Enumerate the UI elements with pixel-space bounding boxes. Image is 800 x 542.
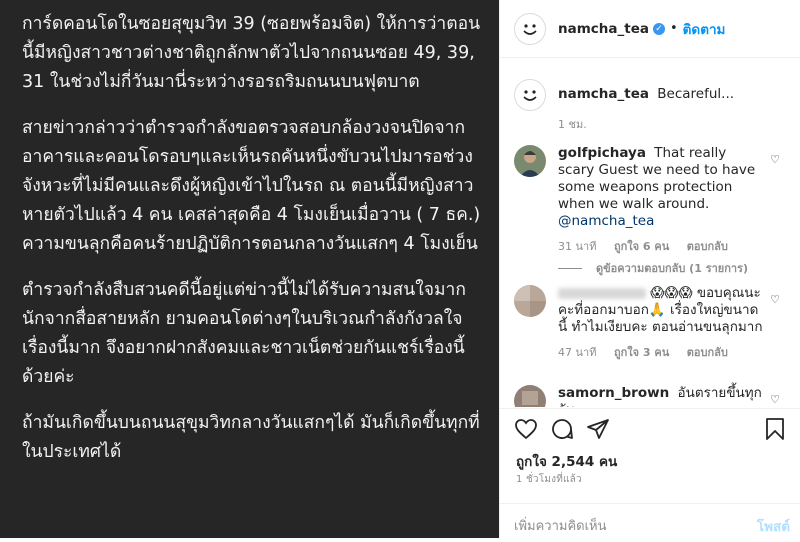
post-header: namcha_tea ✓ • ติดตาม (500, 0, 800, 58)
add-comment-bar: เพิ่มความคิดเห็น โพสต์ (500, 503, 800, 542)
heart-icon[interactable]: ♡ (770, 393, 780, 406)
replies-divider (558, 267, 582, 269)
comment-item: 😱😱😱 ขอบคุณนะคะที่ออกมาบอก🙏 เรื่องใหญ่ขนา… (514, 285, 788, 361)
comment-body: 😱😱😱 ขอบคุณนะคะที่ออกมาบอก🙏 เรื่องใหญ่ขนา… (558, 285, 763, 361)
header-username[interactable]: namcha_tea (558, 21, 649, 37)
add-comment-input[interactable]: เพิ่มความคิดเห็น (514, 515, 607, 536)
caption: namcha_tea Becareful... (514, 79, 734, 111)
reply-button[interactable]: ตอบกลับ (687, 240, 728, 253)
share-plane-icon-svg (587, 419, 609, 439)
view-replies-label: ดูข้อความตอบกลับ (1 รายการ) (596, 262, 748, 275)
comment-emojis: 😱😱😱 (650, 285, 693, 301)
caption-body: Becareful... (657, 86, 735, 102)
avatar[interactable] (514, 79, 546, 111)
comment-meta: 47 นาที ถูกใจ 3 คน ตอบกลับ (558, 344, 763, 361)
post-sidebar: namcha_tea ✓ • ติดตาม namcha_tea Becaref… (499, 0, 800, 538)
comment-meta: 31 นาที ถูกใจ 6 คน ตอบกลับ (558, 238, 763, 255)
post-timestamp[interactable]: 1 ชั่วโมงที่แล้ว (516, 472, 582, 487)
comment-time[interactable]: 31 นาที (558, 240, 596, 253)
comment-username[interactable]: golfpichaya (558, 145, 646, 161)
comment-body: golfpichaya That really scary Guest we n… (558, 145, 763, 255)
post-paragraph-4: ถ้ามันเกิดขึ้นบนถนนสุขุมวิทกลางวันแสกๆได… (22, 413, 480, 462)
like-heart-icon-svg (515, 419, 537, 440)
likes-count[interactable]: ถูกใจ 2,544 คน (516, 450, 617, 472)
post-paragraph-2: สายข่าวกล่าวว่าตำรวจกำลังขอตรวจสอบกล้องว… (22, 118, 481, 254)
header-separator: • (669, 21, 678, 36)
heart-icon[interactable]: ♡ (770, 293, 780, 306)
comment-likes[interactable]: ถูกใจ 6 คน (614, 240, 669, 253)
heart-icon[interactable]: ♡ (770, 153, 780, 166)
comment-bubble-icon-svg (552, 419, 573, 439)
like-heart-icon[interactable] (514, 417, 538, 445)
view-replies-button[interactable]: ดูข้อความตอบกลับ (1 รายการ) (558, 259, 748, 277)
caption-text: namcha_tea Becareful... (558, 86, 734, 111)
share-plane-icon[interactable] (586, 417, 610, 445)
blurred-avatar-icon (514, 285, 546, 317)
comment-bubble-icon[interactable] (550, 417, 574, 445)
caption-username[interactable]: namcha_tea (558, 86, 649, 102)
comment-likes[interactable]: ถูกใจ 3 คน (614, 346, 669, 359)
bookmark-icon[interactable] (764, 417, 786, 445)
post-comment-button[interactable]: โพสต์ (757, 515, 790, 537)
post-paragraph-1: การ์ดคอนโดในซอยสุขุมวิท 39 (ซอยพร้อมจิต)… (22, 14, 481, 92)
comments-section: namcha_tea Becareful... 1 ชม. golfpichay… (500, 59, 800, 407)
post-image: การ์ดคอนโดในซอยสุขุมวิท 39 (ซอยพร้อมจิต)… (0, 0, 499, 538)
comment-username[interactable]: samorn_brown (558, 385, 669, 401)
blurred-username[interactable] (558, 287, 646, 299)
comment-item: golfpichaya That really scary Guest we n… (514, 145, 788, 255)
avatar[interactable] (514, 12, 546, 45)
comment-item: samorn_brown อันตรายขึ้นทุกวัน ♡ (514, 385, 788, 407)
reply-button[interactable]: ตอบกลับ (687, 346, 728, 359)
comment-mention[interactable]: @namcha_tea (558, 213, 654, 229)
follow-button[interactable]: ติดตาม (683, 18, 726, 40)
caption-time[interactable]: 1 ชม. (558, 115, 587, 133)
avatar[interactable] (514, 145, 546, 177)
smiley-avatar-icon (523, 90, 537, 101)
instagram-post-modal: การ์ดคอนโดในซอยสุขุมวิท 39 (ซอยพร้อมจิต)… (0, 0, 800, 538)
post-paragraph-3: ตำรวจกำลังสืบสวนคดีนี้อยู่แต่ข่าวนี้ไม่ไ… (22, 280, 466, 387)
user-photo-icon (514, 145, 546, 177)
avatar[interactable] (514, 285, 546, 317)
verified-badge-icon: ✓ (652, 22, 665, 35)
blurred-avatar-icon (514, 385, 546, 407)
comment-body: samorn_brown อันตรายขึ้นทุกวัน (558, 385, 763, 407)
smiley-avatar-icon (523, 23, 537, 35)
bookmark-icon-svg (766, 418, 784, 440)
avatar[interactable] (514, 385, 546, 407)
comment-time[interactable]: 47 นาที (558, 346, 596, 359)
action-bar: ถูกใจ 2,544 คน 1 ชั่วโมงที่แล้ว เพิ่มควา… (500, 408, 800, 541)
